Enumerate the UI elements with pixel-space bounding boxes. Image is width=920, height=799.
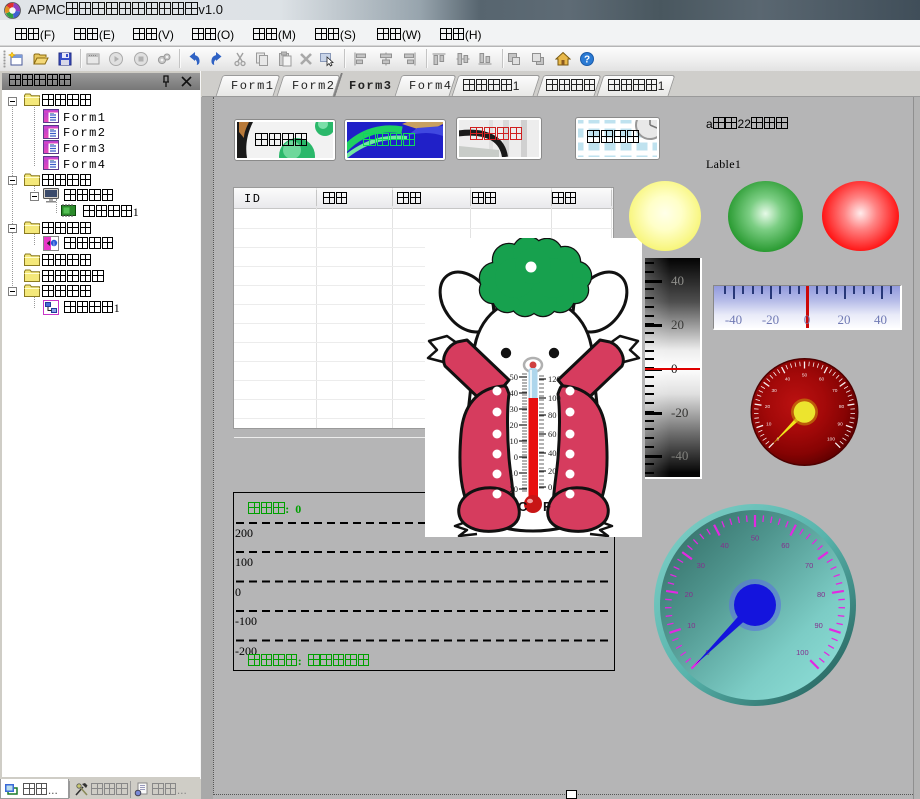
svg-text:C: C [518,499,528,514]
svg-text:20: 20 [765,404,771,410]
svg-text:30: 30 [697,561,705,570]
svg-text:100: 100 [796,648,809,657]
svg-text:F: F [543,499,551,514]
svg-text:20: 20 [548,466,557,476]
svg-text:60: 60 [781,541,789,550]
svg-text:10: 10 [687,621,695,630]
svg-text:80: 80 [548,410,557,420]
svg-text:60: 60 [548,429,557,439]
svg-text:10: 10 [510,468,519,478]
svg-text:80: 80 [839,404,845,410]
svg-text:100: 100 [827,436,835,442]
svg-text:60: 60 [819,376,825,382]
svg-text:50: 50 [802,372,808,378]
svg-text:40: 40 [785,376,791,382]
svg-text:20: 20 [510,420,519,430]
svg-text:90: 90 [838,421,844,427]
svg-text:30: 30 [772,388,778,394]
svg-text:?: ? [584,55,590,66]
svg-text:70: 70 [832,388,838,394]
svg-text:10: 10 [766,421,772,427]
svg-text:20: 20 [685,590,693,599]
svg-text:10: 10 [510,436,519,446]
svg-text:50: 50 [751,534,759,543]
svg-text:40: 40 [548,448,557,458]
svg-text:70: 70 [805,561,813,570]
svg-text:40: 40 [510,388,519,398]
svg-text:30: 30 [510,404,519,414]
svg-text:20: 20 [510,484,519,494]
svg-text:40: 40 [720,541,728,550]
svg-text:90: 90 [815,621,823,630]
svg-text:120: 120 [548,374,561,384]
svg-text:0: 0 [548,482,552,492]
svg-text:100: 100 [548,393,561,403]
svg-text:50: 50 [510,372,519,382]
svg-text:0: 0 [514,452,518,462]
svg-text:80: 80 [817,590,825,599]
